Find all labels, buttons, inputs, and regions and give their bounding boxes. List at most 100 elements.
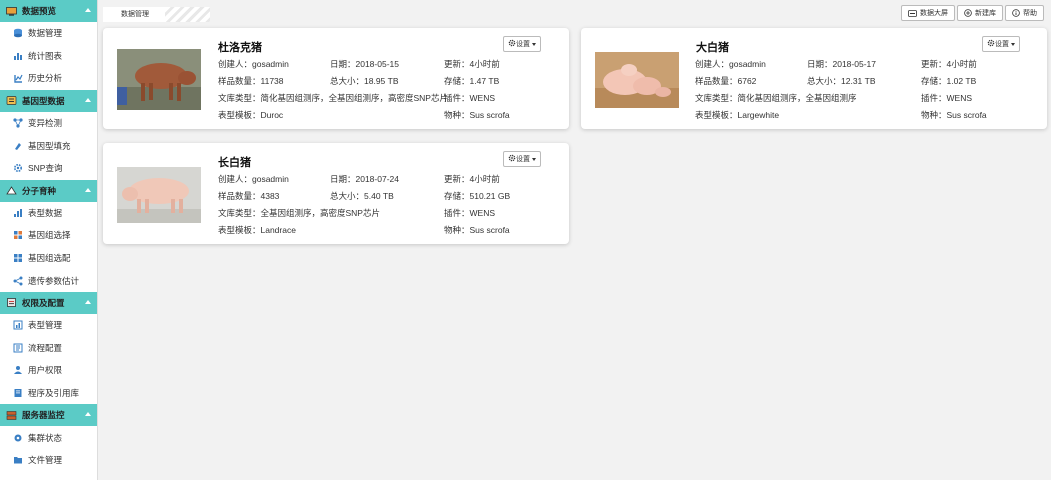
gear-icon: [508, 39, 516, 49]
caret-down-icon: [1011, 42, 1015, 46]
chevron-up-icon: [85, 412, 91, 417]
settings-dropdown-button[interactable]: 设置: [982, 36, 1020, 52]
sidebar-item-label: 表型数据: [28, 207, 63, 218]
sidebar-item-file-management[interactable]: 文件管理: [0, 449, 97, 472]
book-icon: [13, 388, 23, 398]
library-title: 杜洛克猪: [218, 42, 262, 54]
updated-field: 更新：4小时前: [444, 174, 500, 184]
new-library-button[interactable]: 新建库: [957, 5, 1003, 21]
storage-field: 存储：510.21 GB: [444, 191, 511, 201]
sidebar-item-label: 程序及引用库: [28, 388, 80, 399]
sidebar-item-user-permissions[interactable]: 用户权限: [0, 359, 97, 382]
updated-field: 更新：4小时前: [921, 59, 977, 69]
network-icon: [13, 118, 23, 128]
sidebar-group-genotype-data[interactable]: 基因型数据: [0, 89, 97, 112]
top-bar: 数据管理 数据大屏 新建库 帮助: [98, 0, 1051, 24]
plugin-field: 插件：WENS: [444, 208, 496, 218]
tab-data-management[interactable]: 数据管理: [103, 7, 210, 22]
dna-icon: [6, 96, 17, 106]
grid-icon: [13, 230, 23, 240]
sidebar-item-label: 变异检测: [28, 118, 63, 129]
settings-label: 设置: [995, 41, 1009, 48]
clipboard-icon: [6, 298, 17, 308]
total-size-field: 总大小：18.95 TB: [330, 76, 399, 86]
server-icon: [6, 411, 17, 420]
plugin-field: 插件：WENS: [921, 93, 973, 103]
grid-icon: [13, 253, 23, 263]
library-card[interactable]: 长白猪 设置 创建人：gosadmin 日期：2018-07-24 更新：4小时…: [103, 143, 569, 244]
gear-icon: [508, 154, 516, 164]
info-circle-icon: [1012, 9, 1020, 17]
sidebar-group-molecular-breeding[interactable]: 分子育种: [0, 179, 97, 202]
sidebar-group-label: 基因型数据: [22, 95, 65, 106]
settings-dropdown-button[interactable]: 设置: [503, 36, 541, 52]
sidebar-item-phenotype-management[interactable]: 表型管理: [0, 314, 97, 337]
sidebar-item-label: 历史分析: [28, 73, 63, 84]
sidebar-item-label: 用户权限: [28, 365, 63, 376]
sidebar-item-label: 表型管理: [28, 320, 63, 331]
sidebar-item-label: 流程配置: [28, 342, 63, 353]
phenotype-template-field: 表型模板：Landrace: [218, 225, 296, 235]
sidebar-item-genomic-selection[interactable]: 基因组选择: [0, 224, 97, 247]
monitor-icon: [6, 6, 17, 16]
species-field: 物种：Sus scrofa: [444, 110, 510, 120]
help-button[interactable]: 帮助: [1005, 5, 1044, 21]
sidebar-item-label: 基因组选择: [28, 230, 71, 241]
cluster-icon: [13, 433, 23, 443]
folder-icon: [13, 455, 23, 465]
library-type-field: 文库类型：全基因组测序，高密度SNP芯片: [218, 208, 380, 218]
chevron-up-icon: [85, 299, 91, 304]
date-field: 日期：2018-07-24: [330, 174, 399, 184]
caret-down-icon: [532, 42, 536, 46]
data-screen-button[interactable]: 数据大屏: [901, 5, 955, 21]
library-card[interactable]: 大白猪 设置 创建人：gosadmin 日期：2018-05-17 更新：4小时…: [581, 28, 1047, 129]
plus-circle-icon: [964, 9, 972, 17]
sidebar-item-label: 数据管理: [28, 28, 63, 39]
sidebar-item-statistics-chart[interactable]: 统计图表: [0, 45, 97, 68]
share-icon: [13, 276, 23, 286]
tab-decoration: [165, 7, 210, 22]
database-icon: [13, 28, 23, 38]
fill-icon: [13, 141, 23, 151]
bar-chart-icon: [13, 208, 23, 218]
sidebar-item-genetic-parameter[interactable]: 遗传参数估计: [0, 269, 97, 292]
data-screen-label: 数据大屏: [920, 10, 948, 17]
creator-field: 创建人：gosadmin: [695, 59, 766, 69]
sidebar-item-data-management[interactable]: 数据管理: [0, 22, 97, 45]
sidebar-item-phenotype-data[interactable]: 表型数据: [0, 202, 97, 225]
sidebar-item-label: 遗传参数估计: [28, 275, 80, 286]
phenotype-template-field: 表型模板：Largewhite: [695, 110, 780, 120]
sidebar-group-server-monitor[interactable]: 服务器监控: [0, 404, 97, 427]
sidebar-group-permissions-config[interactable]: 权限及配置: [0, 291, 97, 314]
gear-icon: [987, 39, 995, 49]
sidebar-item-variant-detection[interactable]: 变异检测: [0, 112, 97, 135]
bar-chart-icon: [13, 51, 23, 61]
sidebar-item-label: 基因型填充: [28, 140, 71, 151]
settings-label: 设置: [516, 156, 530, 163]
creator-field: 创建人：gosadmin: [218, 59, 289, 69]
sidebar-item-snp-query[interactable]: SNP查询: [0, 157, 97, 180]
sidebar-item-workflow-config[interactable]: 流程配置: [0, 337, 97, 360]
sample-count-field: 样品数量：11738: [218, 76, 284, 86]
library-type-field: 文库类型：简化基因组测序，全基因组测序，高密度SNP芯片: [218, 93, 448, 103]
sidebar-item-genotype-imputation[interactable]: 基因型填充: [0, 134, 97, 157]
sidebar: 数据预览 数据管理 统计图表 历史分析 基因型数据 变异检测 基因型填充 SNP…: [0, 0, 98, 480]
date-field: 日期：2018-05-15: [330, 59, 399, 69]
chevron-up-icon: [85, 187, 91, 192]
tab-label: 数据管理: [121, 11, 149, 18]
library-card[interactable]: 杜洛克猪 设置 创建人：gosadmin 日期：2018-05-15 更新：4小…: [103, 28, 569, 129]
sidebar-item-program-references[interactable]: 程序及引用库: [0, 382, 97, 405]
gear-icon: [13, 163, 23, 173]
library-title: 大白猪: [696, 42, 729, 54]
library-title: 长白猪: [218, 157, 251, 169]
sidebar-item-history-analysis[interactable]: 历史分析: [0, 67, 97, 90]
phenotype-template-field: 表型模板：Duroc: [218, 110, 284, 120]
sidebar-group-data-preview[interactable]: 数据预览: [0, 0, 97, 22]
largewhite-pig-image: [595, 52, 679, 108]
sidebar-item-cluster-status[interactable]: 集群状态: [0, 426, 97, 449]
new-library-label: 新建库: [975, 10, 996, 17]
sidebar-item-genomic-mating[interactable]: 基因组选配: [0, 247, 97, 270]
storage-field: 存储：1.02 TB: [921, 76, 977, 86]
settings-dropdown-button[interactable]: 设置: [503, 151, 541, 167]
chart-icon: [13, 320, 23, 330]
